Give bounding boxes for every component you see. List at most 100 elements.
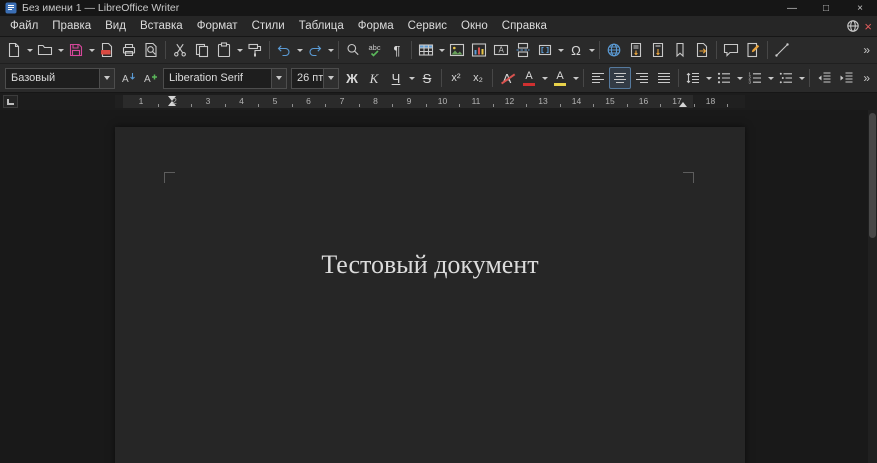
outline-list-dropdown chevron-down-icon[interactable] xyxy=(797,67,806,89)
redo-dropdown chevron-down-icon[interactable] xyxy=(326,39,335,61)
undo-dropdown chevron-down-icon[interactable] xyxy=(295,39,304,61)
tab-stop-selector[interactable] xyxy=(3,95,18,108)
copy-button[interactable] xyxy=(191,39,213,61)
font-color-dropdown chevron-down-icon[interactable] xyxy=(540,67,549,89)
scrollbar-thumb[interactable] xyxy=(869,113,876,238)
font-size-value[interactable]: 26 пт xyxy=(292,72,323,84)
paragraph-style-dropdown chevron-down-icon[interactable] xyxy=(99,69,114,88)
font-size-combobox[interactable]: 26 пт xyxy=(291,68,339,89)
paste-dropdown chevron-down-icon[interactable] xyxy=(235,39,244,61)
align-justify-button[interactable] xyxy=(653,67,675,89)
insert-textbox-button[interactable]: A xyxy=(490,39,512,61)
export-pdf-button[interactable] xyxy=(96,39,118,61)
close-button[interactable]: × xyxy=(843,0,877,16)
line-spacing-button[interactable] xyxy=(682,67,704,89)
italic-button[interactable]: К xyxy=(363,67,385,89)
align-center-button[interactable] xyxy=(609,67,631,89)
insert-image-button[interactable] xyxy=(446,39,468,61)
menu-tools[interactable]: Сервис xyxy=(401,17,454,35)
paragraph-style-combobox[interactable]: Базовый xyxy=(5,68,115,89)
open-dropdown chevron-down-icon[interactable] xyxy=(56,39,65,61)
menu-file[interactable]: Файл xyxy=(3,17,45,35)
new-style-button[interactable]: A xyxy=(139,67,161,89)
insert-chart-button[interactable] xyxy=(468,39,490,61)
font-color-button[interactable]: А xyxy=(518,67,540,89)
insert-table-button[interactable] xyxy=(415,39,437,61)
globe-icon[interactable] xyxy=(846,19,860,33)
underline-button[interactable]: Ч xyxy=(385,67,407,89)
vertical-scrollbar[interactable] xyxy=(868,110,877,463)
save-button[interactable] xyxy=(65,39,87,61)
insert-special-character-button[interactable]: Ω xyxy=(565,39,587,61)
new-document-button[interactable] xyxy=(3,39,25,61)
subscript-button[interactable]: x₂ xyxy=(467,67,489,89)
insert-field-button[interactable] xyxy=(534,39,556,61)
insert-field-dropdown chevron-down-icon[interactable] xyxy=(556,39,565,61)
print-button[interactable] xyxy=(118,39,140,61)
paste-button[interactable] xyxy=(213,39,235,61)
formatting-marks-button[interactable]: ¶ xyxy=(386,39,408,61)
maximize-button[interactable]: □ xyxy=(809,0,843,16)
menu-edit[interactable]: Правка xyxy=(45,17,98,35)
clone-formatting-button[interactable] xyxy=(244,39,266,61)
insert-cross-reference-button[interactable] xyxy=(691,39,713,61)
standard-toolbar-overflow-button[interactable]: » xyxy=(859,43,874,57)
font-name-combobox[interactable]: Liberation Serif xyxy=(163,68,287,89)
new-document-dropdown chevron-down-icon[interactable] xyxy=(25,39,34,61)
clear-formatting-button[interactable]: A xyxy=(496,67,518,89)
minimize-button[interactable]: — xyxy=(775,0,809,16)
cut-button[interactable] xyxy=(169,39,191,61)
decrease-indent-button[interactable] xyxy=(813,67,835,89)
track-changes-button[interactable] xyxy=(742,39,764,61)
menu-styles[interactable]: Стили xyxy=(245,17,292,35)
document-page[interactable]: Тестовый документ xyxy=(115,127,745,463)
insert-page-break-button[interactable] xyxy=(512,39,534,61)
numbered-list-button[interactable]: 123 xyxy=(744,67,766,89)
line-spacing-dropdown chevron-down-icon[interactable] xyxy=(704,67,713,89)
insert-bookmark-button[interactable] xyxy=(669,39,691,61)
save-dropdown chevron-down-icon[interactable] xyxy=(87,39,96,61)
insert-endnote-button[interactable] xyxy=(647,39,669,61)
underline-dropdown chevron-down-icon[interactable] xyxy=(407,67,416,89)
highlight-dropdown chevron-down-icon[interactable] xyxy=(571,67,580,89)
insert-footnote-button[interactable] xyxy=(625,39,647,61)
spelling-button[interactable]: abc xyxy=(364,39,386,61)
update-style-button[interactable]: A xyxy=(117,67,139,89)
numbered-list-dropdown chevron-down-icon[interactable] xyxy=(766,67,775,89)
close-document-icon[interactable]: × xyxy=(864,20,872,33)
open-button[interactable] xyxy=(34,39,56,61)
redo-button[interactable] xyxy=(304,39,326,61)
bullet-list-button[interactable] xyxy=(713,67,735,89)
insert-comment-button[interactable] xyxy=(720,39,742,61)
special-character-dropdown chevron-down-icon[interactable] xyxy=(587,39,596,61)
menu-format[interactable]: Формат xyxy=(190,17,245,35)
font-name-dropdown chevron-down-icon[interactable] xyxy=(271,69,286,88)
font-name-value[interactable]: Liberation Serif xyxy=(164,72,271,84)
menu-insert[interactable]: Вставка xyxy=(133,17,190,35)
menu-view[interactable]: Вид xyxy=(98,17,133,35)
insert-line-button[interactable] xyxy=(771,39,793,61)
increase-indent-button[interactable] xyxy=(835,67,857,89)
insert-hyperlink-button[interactable] xyxy=(603,39,625,61)
highlight-color-button[interactable]: А xyxy=(549,67,571,89)
superscript-button[interactable]: x² xyxy=(445,67,467,89)
font-size-dropdown chevron-down-icon[interactable] xyxy=(323,69,338,88)
outline-list-button[interactable] xyxy=(775,67,797,89)
menu-help[interactable]: Справка xyxy=(495,17,554,35)
paragraph-style-value[interactable]: Базовый xyxy=(6,72,99,84)
bold-button[interactable]: Ж xyxy=(341,67,363,89)
find-replace-button[interactable] xyxy=(342,39,364,61)
align-right-button[interactable] xyxy=(631,67,653,89)
strikethrough-button[interactable]: S xyxy=(416,67,438,89)
document-heading-text[interactable]: Тестовый документ xyxy=(115,250,745,280)
ruler[interactable]: 123456789101112131415161718 xyxy=(115,95,745,108)
menu-table[interactable]: Таблица xyxy=(292,17,351,35)
insert-table-dropdown chevron-down-icon[interactable] xyxy=(437,39,446,61)
print-preview-button[interactable] xyxy=(140,39,162,61)
align-left-button[interactable] xyxy=(587,67,609,89)
bullet-list-dropdown chevron-down-icon[interactable] xyxy=(735,67,744,89)
menu-form[interactable]: Форма xyxy=(351,17,401,35)
menu-window[interactable]: Окно xyxy=(454,17,495,35)
formatting-toolbar-overflow-button[interactable]: » xyxy=(859,71,874,85)
undo-button[interactable] xyxy=(273,39,295,61)
